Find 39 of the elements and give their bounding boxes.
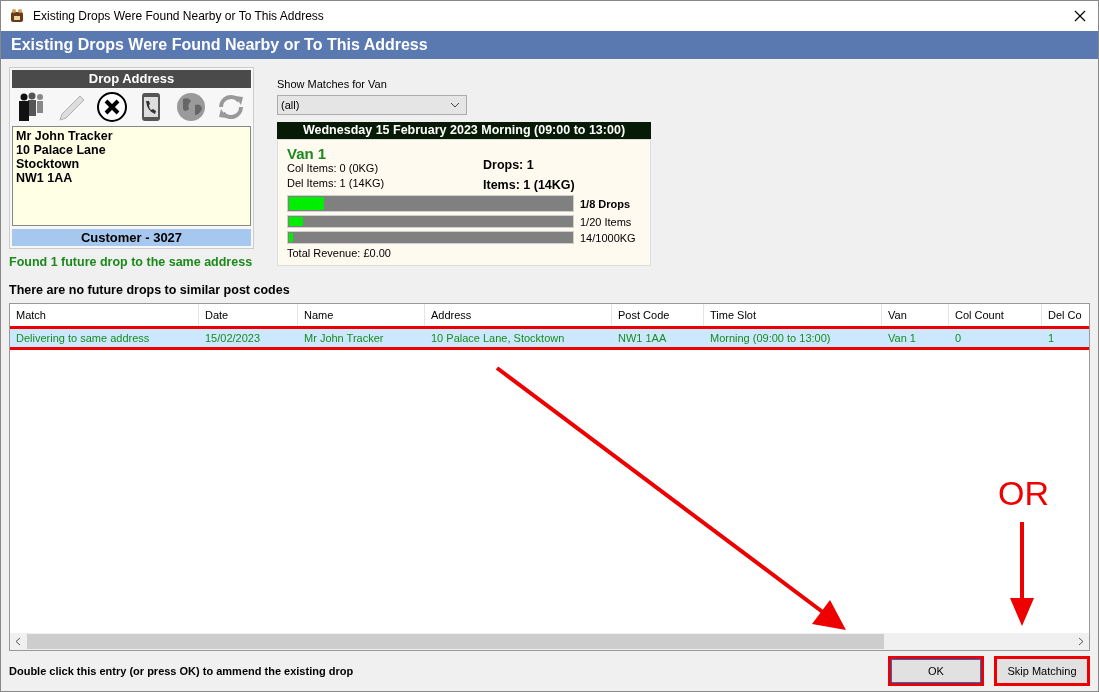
table-cell-text: Mr John Tracker [303, 331, 385, 346]
scroll-thumb[interactable] [27, 634, 884, 649]
table-cell-text: 10 Palace Lane, Stocktown [430, 331, 566, 346]
drops-count: Drops: 1 [483, 158, 535, 172]
found-message: Found 1 future drop to the same address [9, 255, 254, 269]
table-cell-text: Delivering to same address [15, 331, 151, 346]
slot-title: Wednesday 15 February 2023 Morning (09:00 to 13:00) [277, 122, 651, 139]
meter-reading: 14/1000KG [580, 231, 636, 244]
meter-reading: 1/8 Drops [580, 197, 631, 210]
van-dropdown[interactable]: (all) [277, 95, 467, 115]
van-filter-label: Show Matches for Van [277, 78, 388, 90]
close-icon [1074, 10, 1086, 22]
table-cell-text: 15/02/2023 [204, 331, 262, 346]
van-name: Van 1 [287, 145, 328, 162]
window-title: Existing Drops Were Found Nearby or To This Address [33, 9, 325, 23]
postcode-message: There are no future drops to similar post codes [9, 283, 290, 297]
ok-button[interactable]: OK [888, 656, 984, 686]
table-cell-text: Morning (09:00 to 13:00) [709, 331, 832, 346]
table-cell-text: Van 1 [887, 331, 917, 346]
skip-matching-button[interactable]: Skip Matching [994, 656, 1090, 686]
panel-title: Drop Address [12, 70, 251, 88]
table-cell-text: 1 [1047, 331, 1056, 346]
cancel-icon[interactable] [95, 91, 128, 123]
horizontal-scrollbar[interactable] [10, 633, 1089, 650]
annotation-label: OR [998, 474, 1049, 513]
table-cell-text: 0 [954, 331, 963, 346]
hint-text: Double click this entry (or press OK) to ammend the existing drop [9, 665, 355, 677]
table-row[interactable]: Delivering to same address 15/02/2023 Mr John Tracker 10 Palace Lane, Stocktown NW1 1AA Morning (09:00 to 13:00) Van 1 0 1 [10, 329, 1089, 347]
table-cell-text: NW1 1AA [617, 331, 668, 346]
del-items: Del Items: 1 (14KG) [287, 177, 386, 189]
meter-reading: 1/20 Items [580, 215, 632, 228]
customer-label: Customer - 3027 [12, 229, 251, 246]
chevron-icon [450, 102, 460, 108]
app-icon [9, 8, 25, 24]
total-revenue: Total Revenue: £0.00 [287, 247, 392, 259]
address-box: Mr John Tracker 10 Palace Lane Stocktown NW1 1AA [12, 126, 251, 226]
col-items: Col Items: 0 (0KG) [287, 162, 380, 174]
items-count: Items: 1 (14KG) [483, 178, 576, 192]
dialog-header: Existing Drops Were Found Nearby or To This Address [1, 31, 1098, 59]
